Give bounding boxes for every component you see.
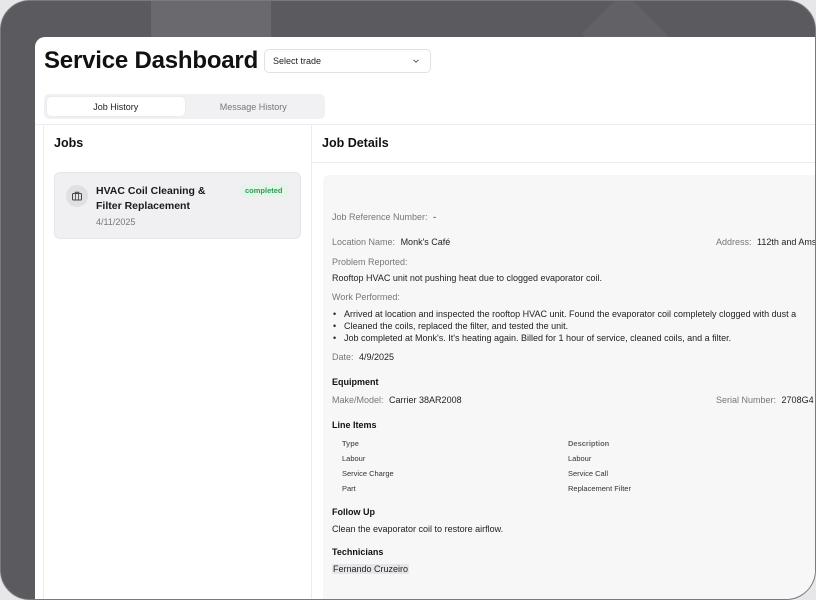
divider xyxy=(35,124,815,125)
serial-value: 2708G4 xyxy=(781,395,814,405)
line-item-type: Labour xyxy=(342,454,366,463)
job-details-heading: Job Details xyxy=(322,136,389,150)
job-date-detail: Date: 4/9/2025 xyxy=(332,352,394,362)
equipment-heading: Equipment xyxy=(332,377,379,387)
job-reference-label: Job Reference Number: xyxy=(332,212,428,222)
work-label: Work Performed: xyxy=(332,292,400,302)
trade-select[interactable]: Select trade xyxy=(264,49,431,73)
job-title: HVAC Coil Cleaning & Filter Replacement xyxy=(96,185,206,212)
line-item-description: Replacement Filter xyxy=(568,484,631,493)
follow-up-heading: Follow Up xyxy=(332,507,375,517)
line-item-type: Service Charge xyxy=(342,469,394,478)
address-label: Address: xyxy=(716,237,752,247)
line-item-type: Part xyxy=(342,484,356,493)
divider xyxy=(311,124,312,599)
work-item: Arrived at location and inspected the ro… xyxy=(333,309,796,319)
date-value: 4/9/2025 xyxy=(359,352,395,362)
job-reference: Job Reference Number: - xyxy=(332,212,436,222)
problem-value: Rooftop HVAC unit not pushing heat due t… xyxy=(332,273,603,283)
make-model: Make/Model: Carrier 38AR2008 xyxy=(332,395,462,405)
tab-bar: Job History Message History xyxy=(44,94,325,119)
column-header-description: Description xyxy=(568,439,610,448)
divider xyxy=(312,162,815,163)
serial-label: Serial Number: xyxy=(716,395,777,405)
address-value: 112th and Ams xyxy=(757,237,816,247)
location-label: Location Name: xyxy=(332,237,396,247)
make-model-value: Carrier 38AR2008 xyxy=(389,395,462,405)
jobs-heading: Jobs xyxy=(54,136,84,150)
location-value: Monk's Café xyxy=(400,237,451,247)
technician-name: Fernando Cruzeiro xyxy=(332,564,410,574)
work-item: Job completed at Monk's. It's heating ag… xyxy=(333,333,731,343)
technicians-heading: Technicians xyxy=(332,547,384,557)
make-model-label: Make/Model: xyxy=(332,395,384,405)
follow-up-value: Clean the evaporator coil to restore air… xyxy=(332,524,504,534)
serial-number: Serial Number: 2708G4 xyxy=(716,395,814,405)
date-label: Date: xyxy=(332,352,354,362)
chevron-down-icon xyxy=(413,59,419,63)
job-reference-value: - xyxy=(433,212,437,222)
address: Address: 112th and Ams xyxy=(716,237,816,247)
work-item: Cleaned the coils, replaced the filter, … xyxy=(333,321,568,331)
tab-job-history[interactable]: Job History xyxy=(47,97,185,116)
app-window: Service Dashboard Select trade Job Histo… xyxy=(35,37,816,599)
location-name: Location Name: Monk's Café xyxy=(332,237,450,247)
trade-select-value: Select trade xyxy=(273,56,322,66)
status-badge: completed xyxy=(239,184,289,197)
tab-message-history[interactable]: Message History xyxy=(185,97,323,116)
technician-chip: Fernando Cruzeiro xyxy=(332,564,410,574)
line-item-description: Service Call xyxy=(568,469,609,478)
line-item-description: Labour xyxy=(568,454,592,463)
line-items-heading: Line Items xyxy=(332,420,377,430)
divider xyxy=(43,124,44,599)
column-header-type: Type xyxy=(342,439,359,448)
page-title: Service Dashboard xyxy=(44,47,259,74)
briefcase-icon xyxy=(66,185,88,207)
job-card[interactable]: HVAC Coil Cleaning & Filter Replacement … xyxy=(54,172,301,239)
device-frame: Service Dashboard Select trade Job Histo… xyxy=(0,0,816,600)
problem-label: Problem Reported: xyxy=(332,257,408,267)
job-date: 4/11/2025 xyxy=(96,217,136,227)
